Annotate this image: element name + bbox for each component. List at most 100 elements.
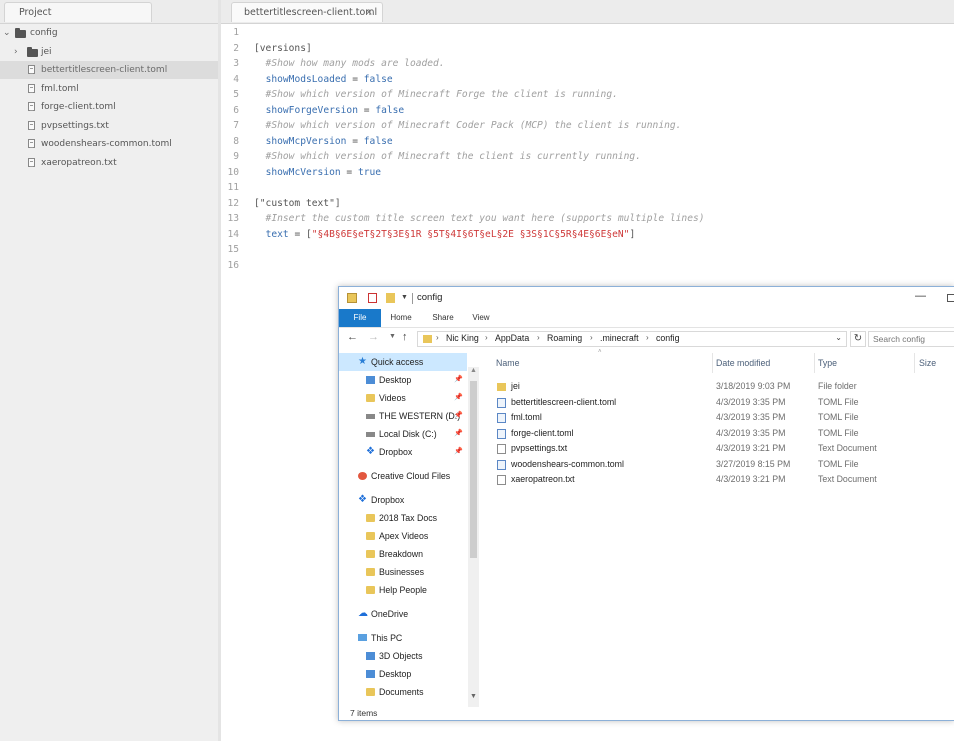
nav-item-desktop[interactable]: Desktop 📌	[339, 371, 467, 389]
column-header-type[interactable]: Type	[818, 358, 837, 368]
file-row[interactable]: forge-client.toml 4/3/2019 3:35 PM TOML Fi…	[490, 426, 954, 442]
column-divider[interactable]	[712, 353, 713, 373]
code-line[interactable]: 11	[221, 180, 954, 196]
folder-icon	[366, 568, 375, 576]
pin-icon[interactable]: 📌	[454, 389, 463, 407]
minimize-button[interactable]: —	[915, 290, 926, 302]
file-row[interactable]: woodenshears-common.toml 3/27/2019 8:15 P…	[490, 457, 954, 473]
code-line[interactable]: 12 ["custom text"]	[221, 196, 954, 212]
nav-item-documents[interactable]: Documents	[339, 683, 467, 701]
code-line[interactable]: 6 showForgeVersion = false	[221, 103, 954, 119]
pin-icon[interactable]: 📌	[454, 425, 463, 443]
tree-item-fml-toml[interactable]: fml.toml	[0, 80, 218, 98]
search-box[interactable]	[868, 331, 954, 347]
chevron-down-icon[interactable]: ⌄	[835, 333, 842, 342]
pin-icon[interactable]: 📌	[454, 371, 463, 389]
breadcrumb-config[interactable]: config	[656, 333, 679, 343]
nav-item-quick-access[interactable]: ★ Quick access	[339, 353, 467, 371]
code-line[interactable]: 3 #Show how many mods are loaded.	[221, 56, 954, 72]
breadcrumb-separator-icon: ›	[646, 333, 649, 342]
code-line[interactable]: 2 [versions]	[221, 41, 954, 57]
pin-icon[interactable]: 📌	[454, 443, 463, 461]
breadcrumb-nic-king[interactable]: Nic King	[446, 333, 479, 343]
nav-item-videos[interactable]: Videos 📌	[339, 389, 467, 407]
tree-item-bettertitlescreen-client-toml[interactable]: bettertitlescreen-client.toml	[0, 61, 218, 79]
search-input[interactable]	[869, 332, 953, 345]
up-arrow-icon[interactable]: ↑	[402, 331, 408, 343]
nav-item-this-pc[interactable]: This PC	[339, 629, 467, 647]
code-line[interactable]: 1	[221, 25, 954, 41]
file-row[interactable]: pvpsettings.txt 4/3/2019 3:21 PM Text Docu…	[490, 441, 954, 457]
scrollbar-thumb[interactable]	[470, 381, 477, 558]
file-row[interactable]: jei 3/18/2019 9:03 PM File folder	[490, 379, 954, 395]
nav-item-the-western-d[interactable]: THE WESTERN (D:) 📌	[339, 407, 467, 425]
file-date: 4/3/2019 3:21 PM	[716, 443, 786, 453]
nav-item-desktop[interactable]: Desktop	[339, 665, 467, 683]
scroll-up-icon[interactable]: ▲	[470, 367, 477, 374]
column-header-name[interactable]: Name	[496, 358, 519, 368]
file-row[interactable]: xaeropatreon.txt 4/3/2019 3:21 PM Text Doc…	[490, 472, 954, 488]
nav-item-businesses[interactable]: Businesses	[339, 563, 467, 581]
code-line[interactable]: 8 showMcpVersion = false	[221, 134, 954, 150]
breadcrumb-appdata[interactable]: AppData	[495, 333, 529, 343]
nav-item-apex-videos[interactable]: Apex Videos	[339, 527, 467, 545]
nav-item-dropbox[interactable]: ❖ Dropbox	[339, 491, 467, 509]
nav-item-dropbox[interactable]: ❖ Dropbox 📌	[339, 443, 467, 461]
folder-icon	[366, 394, 375, 402]
breadcrumb-minecraft[interactable]: .minecraft	[600, 333, 639, 343]
properties-icon[interactable]	[368, 293, 377, 303]
tab-bettertitlescreen-client[interactable]: bettertitlescreen-client.toml ×	[231, 2, 383, 22]
new-folder-icon[interactable]	[386, 293, 395, 303]
code-text: #Show how many mods are loaded.	[254, 58, 445, 69]
tab-project[interactable]: Project	[4, 2, 152, 22]
code-line[interactable]: 15	[221, 242, 954, 258]
pin-icon[interactable]: 📌	[454, 407, 463, 425]
tree-item-jei[interactable]: › jei	[0, 43, 218, 61]
nav-item-2018-tax-docs[interactable]: 2018 Tax Docs	[339, 509, 467, 527]
maximize-button[interactable]	[947, 294, 954, 302]
code-line[interactable]: 5 #Show which version of Minecraft Forge…	[221, 87, 954, 103]
nav-item-creative-cloud-files[interactable]: Creative Cloud Files	[339, 467, 467, 485]
file-type: TOML File	[818, 412, 859, 422]
tree-item-xaeropatreon-txt[interactable]: xaeropatreon.txt	[0, 154, 218, 172]
code-line[interactable]: 4 showModsLoaded = false	[221, 72, 954, 88]
forward-arrow-icon[interactable]: →	[368, 331, 379, 343]
ribbon-tab-share[interactable]: Share	[427, 309, 459, 327]
chevron-down-icon[interactable]: ▼	[401, 294, 408, 301]
breadcrumb-roaming[interactable]: Roaming	[547, 333, 582, 343]
nav-scrollbar[interactable]: ▲ ▼	[468, 367, 479, 707]
nav-item-onedrive[interactable]: ☁ OneDrive	[339, 605, 467, 623]
file-row[interactable]: bettertitlescreen-client.toml 4/3/2019 3:…	[490, 395, 954, 411]
tree-root-config[interactable]: ⌄ config	[0, 24, 218, 42]
column-header-date-modified[interactable]: Date modified	[716, 358, 770, 368]
address-bar[interactable]: › Nic King › AppData › Roaming › .minecr…	[417, 331, 847, 347]
back-arrow-icon[interactable]: ←	[347, 331, 358, 343]
column-header-size[interactable]: Size	[919, 358, 936, 368]
file-icon	[28, 157, 35, 167]
tree-item-forge-client-toml[interactable]: forge-client.toml	[0, 98, 218, 116]
ribbon-tab-home[interactable]: Home	[386, 309, 416, 327]
code-line[interactable]: 16	[221, 258, 954, 274]
code-line[interactable]: 9 #Show which version of Minecraft the c…	[221, 149, 954, 165]
nav-item-help-people[interactable]: Help People	[339, 581, 467, 599]
scroll-down-icon[interactable]: ▼	[470, 693, 477, 700]
file-row[interactable]: fml.toml 4/3/2019 3:35 PM TOML File	[490, 410, 954, 426]
chevron-down-icon[interactable]: ▼	[389, 333, 396, 340]
code-line[interactable]: 14 text = ["§4B§6E§eT§2T§3E§1R §5T§4I§6T…	[221, 227, 954, 243]
close-tab-icon[interactable]: ×	[365, 3, 373, 22]
title-bar[interactable]: ▼ config —	[339, 287, 954, 309]
code-line[interactable]: 10 showMcVersion = true	[221, 165, 954, 181]
nav-item-breakdown[interactable]: Breakdown	[339, 545, 467, 563]
folder-icon	[366, 586, 375, 594]
refresh-button[interactable]: ↻	[850, 331, 866, 347]
ribbon-tab-file[interactable]: File	[339, 309, 381, 327]
ribbon-tab-view[interactable]: View	[466, 309, 496, 327]
code-line[interactable]: 13 #Insert the custom title screen text …	[221, 211, 954, 227]
nav-item-3d-objects[interactable]: 3D Objects	[339, 647, 467, 665]
column-divider[interactable]	[814, 353, 815, 373]
column-divider[interactable]	[914, 353, 915, 373]
nav-item-local-disk-c[interactable]: Local Disk (C:) 📌	[339, 425, 467, 443]
tree-item-pvpsettings-txt[interactable]: pvpsettings.txt	[0, 117, 218, 135]
tree-item-woodenshears-common-toml[interactable]: woodenshears-common.toml	[0, 135, 218, 153]
code-line[interactable]: 7 #Show which version of Minecraft Coder…	[221, 118, 954, 134]
